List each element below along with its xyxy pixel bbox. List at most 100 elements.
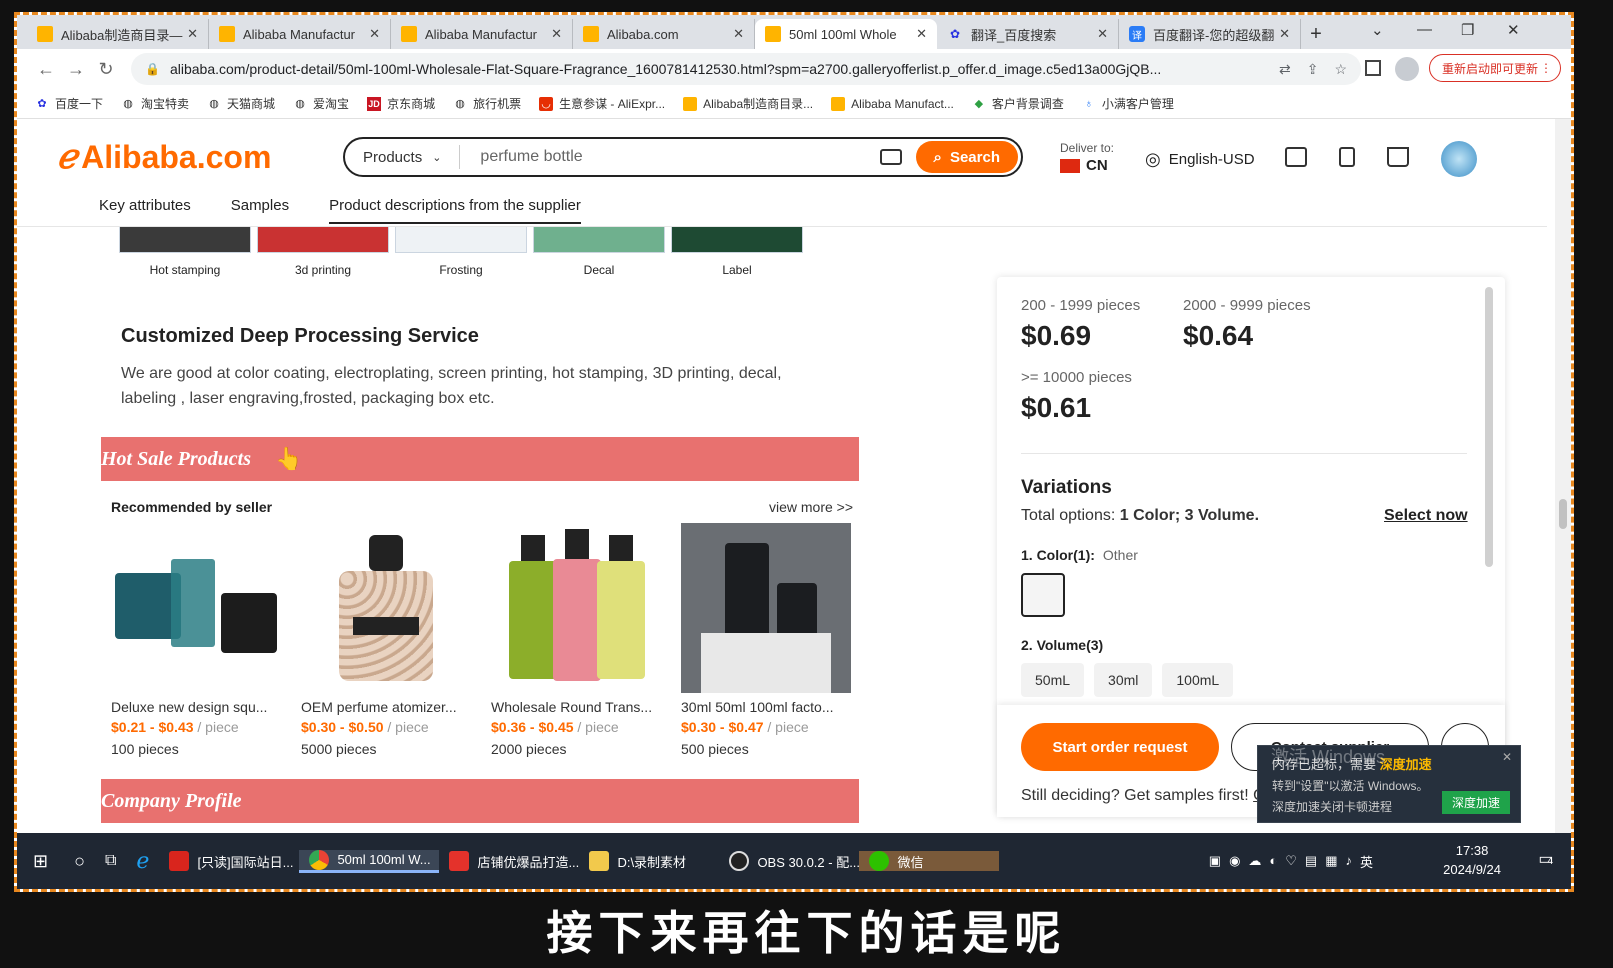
new-tab-button[interactable]: + [1301,19,1331,49]
bookmark-item[interactable]: ◍ 爱淘宝 [293,95,349,112]
taskbar-app[interactable]: 50ml 100ml W... [299,849,440,873]
taskbar-app[interactable]: [只读]国际站日... [159,851,299,871]
search-button[interactable]: ⌕ Search [915,141,1018,173]
relaunch-update-button[interactable]: 重新启动即可更新 ⋮ [1428,54,1561,82]
volume-option[interactable]: 50mL [1021,663,1085,697]
page-scrollbar[interactable] [1555,119,1571,833]
taskbar-app[interactable]: OBS 30.0.2 - 配... [719,851,859,871]
taskbar-app[interactable]: 微信 [859,851,1000,871]
jd-icon: JD [367,96,382,111]
start-order-button[interactable]: Start order request [1021,723,1219,771]
search-category-select[interactable]: Products ⌄ [345,145,461,169]
product-card[interactable]: 30ml 50ml 100ml facto... $0.30 - $0.47 /… [681,523,851,757]
close-icon[interactable]: ✕ [1097,26,1108,42]
view-more-link[interactable]: view more >> [769,499,853,515]
boost-button[interactable]: 深度加速 [1441,791,1510,814]
close-window-button[interactable]: ✕ [1507,21,1520,39]
chevron-down-icon: ⌄ [432,151,442,164]
bookmark-item[interactable]: ◍ 淘宝特卖 [121,95,189,112]
address-bar[interactable]: 🔒 alibaba.com/product-detail/50ml-100ml-… [131,53,1361,85]
bookmark-item[interactable]: JD 京东商城 [367,95,435,112]
system-tray[interactable]: ▣◉☁◐♡▤▦♪ 英 [1199,833,1391,889]
alibaba-logo-icon: ℯ [57,138,78,176]
browser-tab[interactable]: Alibaba.com ✕ [573,19,755,49]
bookmark-item[interactable]: ♁ 小满客户管理 [1082,95,1174,112]
close-icon[interactable]: ✕ [733,26,744,42]
close-icon[interactable]: ✕ [551,26,562,42]
browser-tab[interactable]: Alibaba Manufactur ✕ [391,19,573,49]
user-avatar[interactable] [1441,141,1477,177]
product-image[interactable] [301,523,471,693]
windows-start-icon[interactable]: ⊞ [17,833,64,889]
browser-tab[interactable]: 译百度翻译-您的超级翻 ✕ [1119,19,1301,49]
close-icon[interactable]: ✕ [1279,26,1290,42]
close-icon[interactable]: ✕ [369,26,380,42]
browser-tab[interactable]: Alibaba制造商目录— ✕ [27,19,209,49]
tab-key-attributes[interactable]: Key attributes [99,197,191,224]
translate-icon[interactable]: ⇄ [1279,61,1291,78]
browser-tab[interactable]: Alibaba Manufactur ✕ [209,19,391,49]
bookmark-item[interactable]: ◆ 客户背景调查 [972,95,1064,112]
volume-option[interactable]: 100mL [1162,663,1234,697]
back-icon[interactable]: ← [31,59,61,80]
action-center-icon[interactable]: ▭4 [1538,849,1553,869]
alibaba-logo[interactable]: ℯ Alibaba.com [57,137,271,177]
globe-icon: ◎ [1145,149,1161,169]
taskbar-app[interactable]: 店铺优爆品打造... [439,851,579,871]
tab-product-descriptions[interactable]: Product descriptions from the supplier [329,197,581,224]
taskbar-clock[interactable]: 17:38 2024/9/24 [1443,841,1501,879]
baidu-translate-icon: 译 [1129,26,1145,42]
menu-icon[interactable]: ⋮ [1540,61,1552,75]
bookmark-item[interactable]: Alibaba制造商目录... [683,95,813,112]
browser-tab-bar: Alibaba制造商目录— ✕ Alibaba Manufactur ✕ Aliba… [17,15,1571,49]
panel-scrollbar[interactable] [1485,287,1493,567]
share-icon[interactable]: ⇪ [1307,61,1319,78]
ie-icon[interactable]: ℯ [126,833,159,889]
scrollbar-thumb[interactable] [1559,499,1567,529]
bookmark-item[interactable]: ◍ 天猫商城 [207,95,275,112]
color-swatch[interactable] [1021,573,1065,617]
search-input[interactable] [480,148,880,166]
cart-icon[interactable] [1387,147,1409,167]
product-card[interactable]: Wholesale Round Trans... $0.36 - $0.45 /… [491,523,661,757]
message-icon[interactable] [1285,147,1307,167]
side-panel-icon[interactable] [1365,60,1381,76]
product-image[interactable] [111,523,281,693]
tab-samples[interactable]: Samples [231,197,289,224]
bookmark-item[interactable]: ◡ 生意参谋 - AliExpr... [539,95,665,112]
language-selector[interactable]: ◎ English-USD [1145,149,1255,170]
bookmark-star-icon[interactable]: ☆ [1334,61,1347,78]
orders-icon[interactable] [1339,147,1355,167]
product-card[interactable]: OEM perfume atomizer... $0.30 - $0.50 / … [301,523,471,757]
bookmark-item[interactable]: Alibaba Manufact... [831,96,954,111]
browser-tab-active[interactable]: 50ml 100ml Whole ✕ [755,19,937,49]
tab-search-icon[interactable]: ⌄ [1371,21,1384,39]
reload-icon[interactable]: ↻ [91,59,121,80]
minimize-button[interactable]: — [1417,21,1432,38]
process-image [119,227,251,253]
bookmark-item[interactable]: ◍ 旅行机票 [453,95,521,112]
volume-option[interactable]: 30ml [1094,663,1153,697]
forward-icon[interactable]: → [61,59,91,80]
browser-toolbar: ← → ↻ 🔒 alibaba.com/product-detail/50ml-… [17,49,1571,89]
taskbar-app[interactable]: D:\录制素材 [579,851,719,871]
camera-icon[interactable] [879,149,902,165]
deliver-to[interactable]: Deliver to: CN [1060,141,1114,174]
close-icon[interactable]: ✕ [187,26,198,42]
product-image[interactable] [491,523,661,693]
product-card[interactable]: Deluxe new design squ... $0.21 - $0.43 /… [111,523,281,757]
close-icon[interactable]: ✕ [916,26,927,42]
close-icon[interactable]: ✕ [1502,750,1512,764]
cortana-icon[interactable]: ○ [64,833,95,889]
service-description: We are good at color coating, electropla… [121,365,782,407]
product-image[interactable] [681,523,851,693]
select-now-link[interactable]: Select now [1384,507,1468,525]
leaf-icon: ◆ [974,98,984,110]
bookmark-item[interactable]: ✿ 百度一下 [35,95,103,112]
process-item: Label [671,227,803,277]
restore-button[interactable]: ❐ [1461,21,1474,39]
browser-tab[interactable]: ✿ 翻译_百度搜索 ✕ [937,19,1119,49]
profile-avatar[interactable] [1395,57,1419,81]
task-view-icon[interactable]: ⧉ [95,833,126,889]
screen: Alibaba制造商目录— ✕ Alibaba Manufactur ✕ Aliba… [0,0,1613,968]
